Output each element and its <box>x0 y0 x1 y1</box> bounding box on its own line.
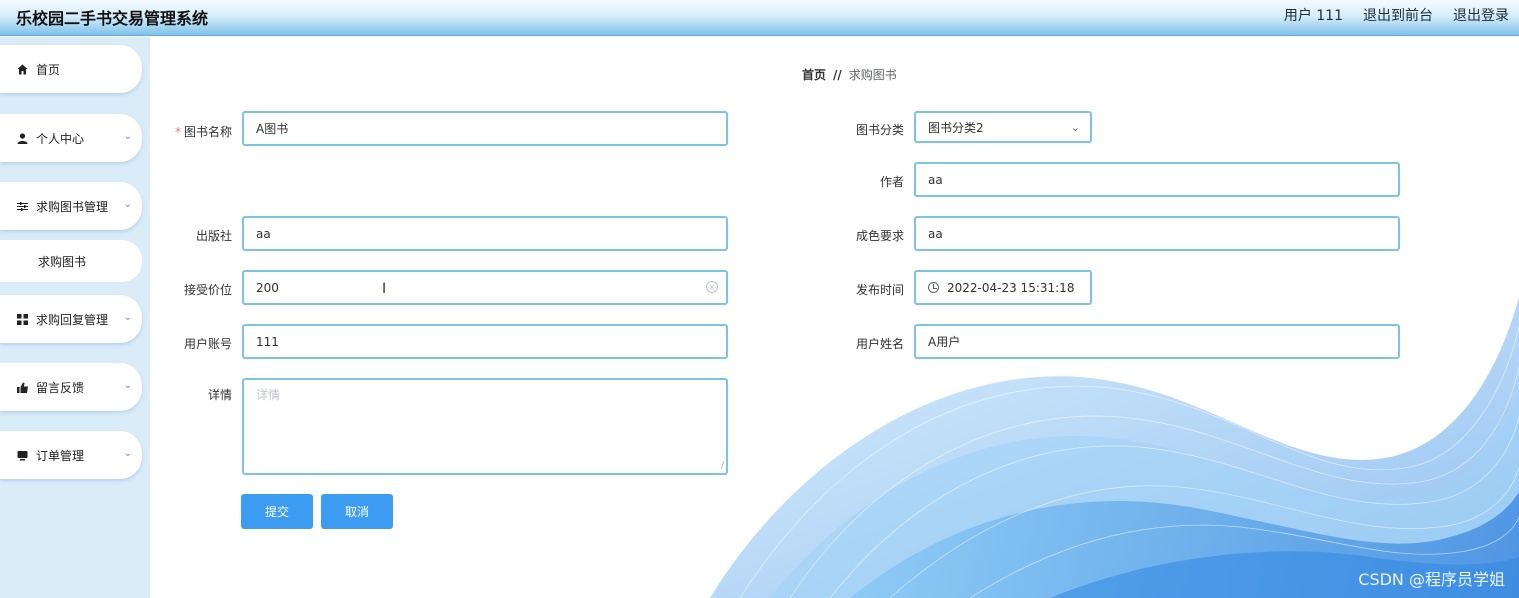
resize-grip-icon[interactable]: ∕ <box>721 462 724 471</box>
main-content: 首页 // 求购图书 * 图书名称 A图书 图书分类 图书分类2 ⌄ 作者 aa … <box>150 37 1519 598</box>
sidebar-item-label: 求购回复管理 <box>36 312 109 327</box>
clear-icon[interactable]: × <box>706 281 718 293</box>
publish-time-picker[interactable]: 2022-04-23 15:31:18 <box>914 270 1092 305</box>
submit-button[interactable]: 提交 <box>241 494 313 529</box>
grid-icon <box>16 313 28 325</box>
logout-link[interactable]: 退出登录 <box>1453 5 1509 25</box>
required-mark: * <box>174 125 181 139</box>
publish-time-label: 发布时间 <box>855 283 904 297</box>
book-name-input[interactable]: A图书 <box>242 111 728 146</box>
sliders-icon <box>16 200 28 212</box>
sidebar-subitem-purchase-book[interactable]: 求购图书 <box>0 240 142 282</box>
cancel-button[interactable]: 取消 <box>321 494 393 529</box>
sidebar: 首页 个人中心 ⌄ 求购图书管理 ⌄ 求购图书 求购回复管理 ⌄ 留言反馈 ⌄ <box>0 37 150 598</box>
chevron-down-icon: ⌄ <box>123 448 132 459</box>
breadcrumb-home[interactable]: 首页 <box>802 66 826 83</box>
username-label: 用户姓名 <box>855 337 904 351</box>
sidebar-item-label: 订单管理 <box>36 448 85 463</box>
condition-label: 成色要求 <box>855 229 904 243</box>
sidebar-item-label: 求购图书管理 <box>36 199 109 214</box>
sidebar-item-order-management[interactable]: 订单管理 ⌄ <box>0 431 142 479</box>
sidebar-item-label: 求购图书 <box>38 254 87 269</box>
author-input[interactable]: aa <box>914 162 1400 197</box>
author-label: 作者 <box>879 175 904 189</box>
price-label: 接受价位 <box>183 283 232 297</box>
chevron-down-icon: ⌄ <box>123 199 132 210</box>
monitor-icon <box>16 449 28 461</box>
clock-icon <box>928 282 939 293</box>
sidebar-item-purchase-reply-management[interactable]: 求购回复管理 ⌄ <box>0 295 142 343</box>
category-label: 图书分类 <box>855 123 904 137</box>
book-name-label: * 图书名称 <box>174 125 232 139</box>
sidebar-item-home[interactable]: 首页 <box>0 45 142 93</box>
breadcrumb-separator: // <box>833 67 842 82</box>
account-input[interactable]: 111 <box>242 324 728 359</box>
publisher-input[interactable]: aa <box>242 216 728 251</box>
text-cursor-icon: I <box>382 281 387 297</box>
user-icon <box>16 132 28 144</box>
chevron-down-icon: ⌄ <box>123 131 132 142</box>
watermark: CSDN @程序员学姐 <box>1358 570 1505 589</box>
condition-input[interactable]: aa <box>914 216 1400 251</box>
publisher-label: 出版社 <box>195 229 232 243</box>
sidebar-item-label: 个人中心 <box>36 131 85 146</box>
chevron-down-icon: ⌄ <box>123 380 132 391</box>
category-select[interactable]: 图书分类2 ⌄ <box>914 111 1092 143</box>
home-icon <box>16 63 28 75</box>
back-to-front-link[interactable]: 退出到前台 <box>1363 5 1433 25</box>
sidebar-item-feedback[interactable]: 留言反馈 ⌄ <box>0 363 142 411</box>
top-header: 乐校园二手书交易管理系统 用户 111 退出到前台 退出登录 <box>0 0 1519 36</box>
details-textarea[interactable]: 详情 ∕ <box>242 378 728 475</box>
details-label: 详情 <box>207 388 232 402</box>
account-label: 用户账号 <box>183 337 232 351</box>
app-title: 乐校园二手书交易管理系统 <box>16 9 209 28</box>
thumb-icon <box>16 381 28 393</box>
chevron-down-icon: ⌄ <box>123 312 132 323</box>
header-actions: 用户 111 退出到前台 退出登录 <box>1284 5 1509 25</box>
username-input[interactable]: A用户 <box>914 324 1400 359</box>
breadcrumb-current: 求购图书 <box>848 68 897 82</box>
sidebar-item-purchase-book-management[interactable]: 求购图书管理 ⌄ <box>0 182 142 230</box>
sidebar-item-label: 留言反馈 <box>36 380 85 395</box>
details-placeholder: 详情 <box>256 388 281 402</box>
sidebar-item-label: 首页 <box>36 62 61 77</box>
price-input[interactable]: 200 × <box>242 270 728 305</box>
current-user: 用户 111 <box>1283 8 1343 24</box>
chevron-down-icon: ⌄ <box>1070 121 1080 134</box>
breadcrumb: 首页 // 求购图书 <box>802 66 897 83</box>
sidebar-item-personal-center[interactable]: 个人中心 ⌄ <box>0 114 142 162</box>
